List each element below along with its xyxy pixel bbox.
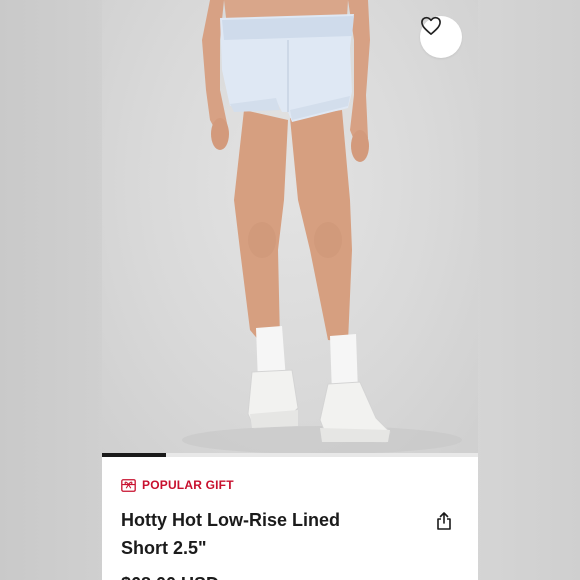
- model-photo: [182, 0, 462, 454]
- badge-label: POPULAR GIFT: [142, 478, 234, 492]
- heart-icon: [421, 16, 441, 35]
- product-image[interactable]: [102, 0, 478, 457]
- product-title-line-2: Short 2.5": [121, 538, 207, 558]
- share-icon[interactable]: [436, 512, 452, 530]
- gallery-progress-bar: [102, 453, 478, 457]
- gift-icon: [121, 478, 136, 492]
- product-title: Hotty Hot Low-Rise Lined Short 2.5": [121, 506, 401, 562]
- favorite-button[interactable]: [420, 16, 462, 58]
- product-price: $68.00 USD: [121, 570, 219, 580]
- product-title-line-1: Hotty Hot Low-Rise Lined: [121, 510, 340, 530]
- gallery-progress-fill: [102, 453, 166, 457]
- product-page: POPULAR GIFT Hotty Hot Low-Rise Lined Sh…: [102, 0, 478, 580]
- popular-gift-badge: POPULAR GIFT: [121, 478, 234, 492]
